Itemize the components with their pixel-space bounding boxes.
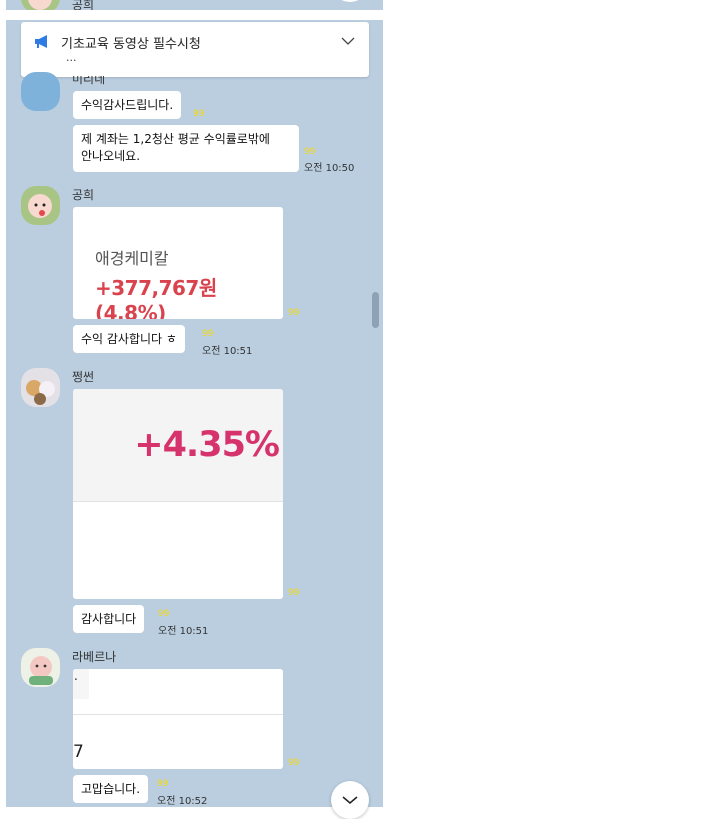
chevron-down-icon[interactable] (341, 36, 355, 46)
unread-count: 99 (288, 758, 300, 768)
notice-title: 기초교육 동영상 필수시청 (61, 37, 201, 52)
avatar[interactable] (21, 186, 60, 225)
message-bubble[interactable]: 고맙습니다. (73, 775, 149, 803)
message-time: 오전 10:51 (202, 346, 253, 357)
message-line: 안나오네요. (81, 149, 141, 163)
message-bubble[interactable]: 제 계좌는 1,2청산 평균 수익률로밖에 안나오네요. (73, 125, 299, 172)
scroll-down-button[interactable] (331, 781, 369, 819)
avatar[interactable] (21, 368, 60, 407)
shared-image[interactable]: +4.35% (73, 389, 283, 599)
unread-count: 99 (288, 308, 300, 318)
unread-count: 99 (304, 147, 316, 157)
avatar[interactable] (21, 648, 60, 687)
unread-count: 99 (193, 109, 205, 119)
image-dot-text: . (74, 669, 78, 683)
message-bubble[interactable]: 수익 감사합니다 ㅎ (73, 325, 185, 353)
notice-banner[interactable]: 기초교육 동영상 필수시청 ... (21, 22, 369, 77)
message-time: 오전 10:51 (158, 626, 209, 637)
megaphone-icon (35, 35, 47, 48)
unread-count: 99 (158, 609, 170, 619)
message-time: 오전 10:50 (304, 163, 355, 174)
image-stock-name: 애경케미칼 (95, 249, 169, 268)
avatar[interactable] (21, 72, 60, 111)
unread-count: 99 (288, 588, 300, 598)
message-bubble[interactable]: 감사합니다 (73, 605, 145, 633)
scrollbar-thumb[interactable] (372, 292, 379, 328)
unread-count: 99 (202, 329, 214, 339)
message-bubble[interactable]: 수익감사드립니다. (73, 91, 182, 119)
sender-name: 라베르나 (72, 650, 117, 664)
notice-subtitle: ... (66, 51, 77, 64)
message-line: 제 계좌는 1,2청산 평균 수익률로밖에 (81, 132, 270, 146)
shared-image[interactable]: . 7 (73, 669, 283, 769)
sender-name: 쩡썬 (72, 370, 95, 384)
image-divider (73, 714, 283, 715)
image-profit-value: +4.35% (134, 425, 280, 465)
image-profit-value: +377,767원(4.8%) (95, 276, 217, 319)
chevron-down-icon (342, 796, 358, 804)
shared-image[interactable]: 애경케미칼 +377,767원(4.8%) (73, 207, 283, 319)
unread-count: 99 (157, 779, 169, 789)
sender-name: 공희 (72, 188, 95, 202)
image-divider (73, 501, 283, 502)
message-time: 오전 10:52 (157, 796, 208, 807)
separator (6, 10, 383, 20)
image-digit-text: 7 (73, 742, 84, 762)
